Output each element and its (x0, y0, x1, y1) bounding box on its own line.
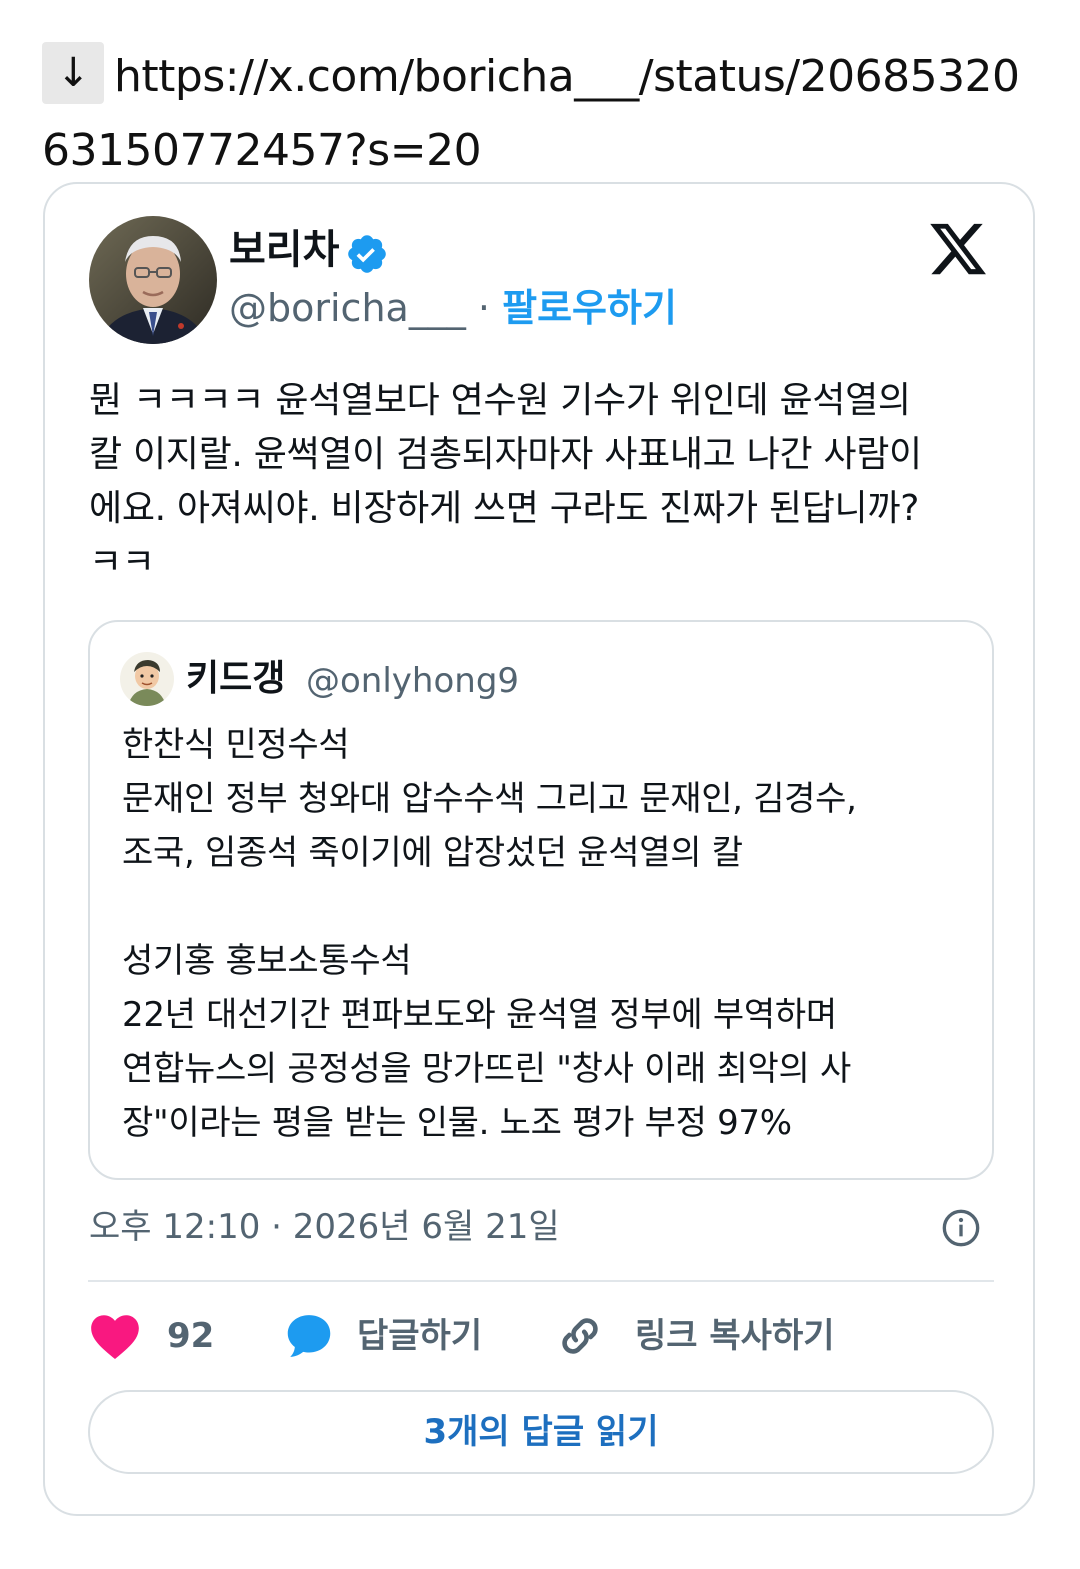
down-arrow-icon: ↓ (42, 42, 104, 104)
follow-button[interactable]: 팔로우하기 (502, 286, 677, 330)
handle-row: @boricha___ · 팔로우하기 (229, 282, 677, 334)
heart-icon (91, 1315, 139, 1359)
quoted-tweet-text: 한찬식 민정수석 문재인 정부 청와대 압수수색 그리고 문재인, 김경수, 조… (122, 725, 857, 1143)
quoted-user-handle[interactable]: @onlyhong9 (306, 656, 519, 706)
read-replies-button[interactable]: 3개의 답글 읽기 (88, 1390, 994, 1474)
verified-badge-icon (348, 235, 386, 273)
speech-bubble-icon (287, 1315, 331, 1357)
shared-url[interactable]: ↓ https://x.com/boricha___/status/2068532… (42, 40, 1042, 188)
url-text[interactable]: https://x.com/boricha___/status/20685320… (42, 51, 1020, 176)
display-name[interactable]: 보리차 (229, 224, 339, 276)
separator-dot: · (477, 286, 491, 330)
link-icon (562, 1318, 598, 1354)
divider (88, 1280, 994, 1282)
user-handle[interactable]: @boricha___ (229, 286, 466, 330)
quoted-tweet[interactable]: 키드갱 @onlyhong9 한찬식 민정수석 문재인 정부 청와대 압수수색 … (88, 620, 994, 1180)
x-logo-icon[interactable] (927, 218, 989, 280)
tweet-embed-card[interactable]: 보리차 @boricha___ · 팔로우하기 뭔 ㅋㅋㅋㅋ 윤석열보다 연수원… (43, 182, 1035, 1516)
copy-link-label: 링크 복사하기 (635, 1316, 835, 1356)
tweet-actions: 92 답글하기 링크 복사하기 (89, 1304, 995, 1368)
tweet-text: 뭔 ㅋㅋㅋㅋ 윤석열보다 연수원 기수가 위인데 윤석열의 칼 이지랄. 윤썩열… (89, 380, 922, 583)
tweet-timestamp[interactable]: 오후 12:10 · 2026년 6월 21일 (89, 1202, 560, 1252)
copy-link-button[interactable]: 링크 복사하기 (555, 1304, 835, 1368)
quoted-avatar[interactable] (120, 652, 174, 706)
quoted-display-name[interactable]: 키드갱 (186, 654, 285, 704)
info-icon[interactable] (941, 1208, 981, 1248)
like-button[interactable]: 92 (89, 1304, 214, 1368)
avatar[interactable] (89, 216, 217, 344)
reply-label: 답글하기 (357, 1316, 483, 1356)
reply-button[interactable]: 답글하기 (283, 1304, 482, 1368)
like-count: 92 (167, 1316, 215, 1356)
